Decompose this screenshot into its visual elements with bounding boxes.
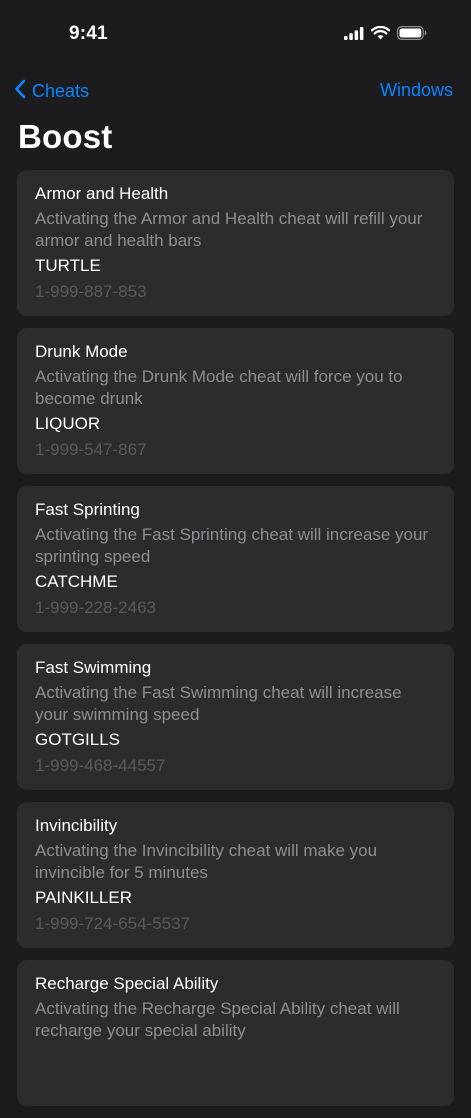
- cheat-title: Recharge Special Ability: [35, 974, 219, 993]
- cheat-title: Fast Sprinting: [35, 500, 140, 519]
- windows-button[interactable]: Windows: [380, 80, 453, 101]
- cheat-phone: 1-999-468-44557: [35, 756, 166, 775]
- cheat-title: Fast Swimming: [35, 658, 152, 677]
- cheat-card-drunk-mode[interactable]: Drunk Mode Activating the Drunk Mode che…: [17, 328, 454, 474]
- cheat-title: Armor and Health: [35, 184, 169, 203]
- cheat-phone: 1-999-887-853: [35, 282, 147, 301]
- chevron-left-icon: [14, 79, 26, 104]
- status-icons: [344, 25, 427, 45]
- cheat-card-invincibility[interactable]: Invincibility Activating the Invincibili…: [17, 802, 454, 948]
- wifi-icon: [370, 25, 391, 45]
- cheat-description: Activating the Fast Sprinting cheat will…: [35, 525, 429, 566]
- back-button[interactable]: Cheats: [14, 79, 89, 104]
- cheat-phone: 1-999-547-867: [35, 440, 147, 459]
- cheat-description: Activating the Fast Swimming cheat will …: [35, 683, 402, 724]
- page-title: Boost: [18, 118, 113, 155]
- cheat-code: PAINKILLER: [35, 888, 133, 907]
- cheat-code: LIQUOR: [35, 414, 101, 433]
- cheat-description: Activating the Armor and Health cheat wi…: [35, 209, 423, 250]
- status-bar: 9:41: [0, 0, 471, 70]
- battery-icon: [397, 26, 427, 45]
- cheat-description: Activating the Drunk Mode cheat will for…: [35, 367, 403, 408]
- cheat-code: GOTGILLS: [35, 730, 121, 749]
- cheat-description: Activating the Invincibility cheat will …: [35, 841, 378, 882]
- cheat-code: CATCHME: [35, 572, 118, 591]
- cheat-phone: 1-999-228-2463: [35, 598, 156, 617]
- cheat-card-fast-swimming[interactable]: Fast Swimming Activating the Fast Swimmi…: [17, 644, 454, 790]
- navigation-bar: Cheats Windows: [0, 72, 471, 112]
- cheat-title: Invincibility: [35, 816, 118, 835]
- cheat-title: Drunk Mode: [35, 342, 128, 361]
- cheat-card-armor-and-health[interactable]: Armor and Health Activating the Armor an…: [17, 170, 454, 316]
- back-button-label: Cheats: [32, 81, 90, 101]
- cheat-card-recharge-special-ability[interactable]: Recharge Special Ability Activating the …: [17, 960, 454, 1106]
- cheat-list: Armor and Health Activating the Armor an…: [17, 170, 454, 1118]
- cheat-description: Activating the Recharge Special Ability …: [35, 999, 400, 1040]
- cheat-code: TURTLE: [35, 256, 101, 275]
- cellular-signal-icon: [344, 26, 364, 45]
- status-time: 9:41: [69, 23, 108, 44]
- cheat-card-fast-sprinting[interactable]: Fast Sprinting Activating the Fast Sprin…: [17, 486, 454, 632]
- cheat-phone: 1-999-724-654-5537: [35, 914, 191, 933]
